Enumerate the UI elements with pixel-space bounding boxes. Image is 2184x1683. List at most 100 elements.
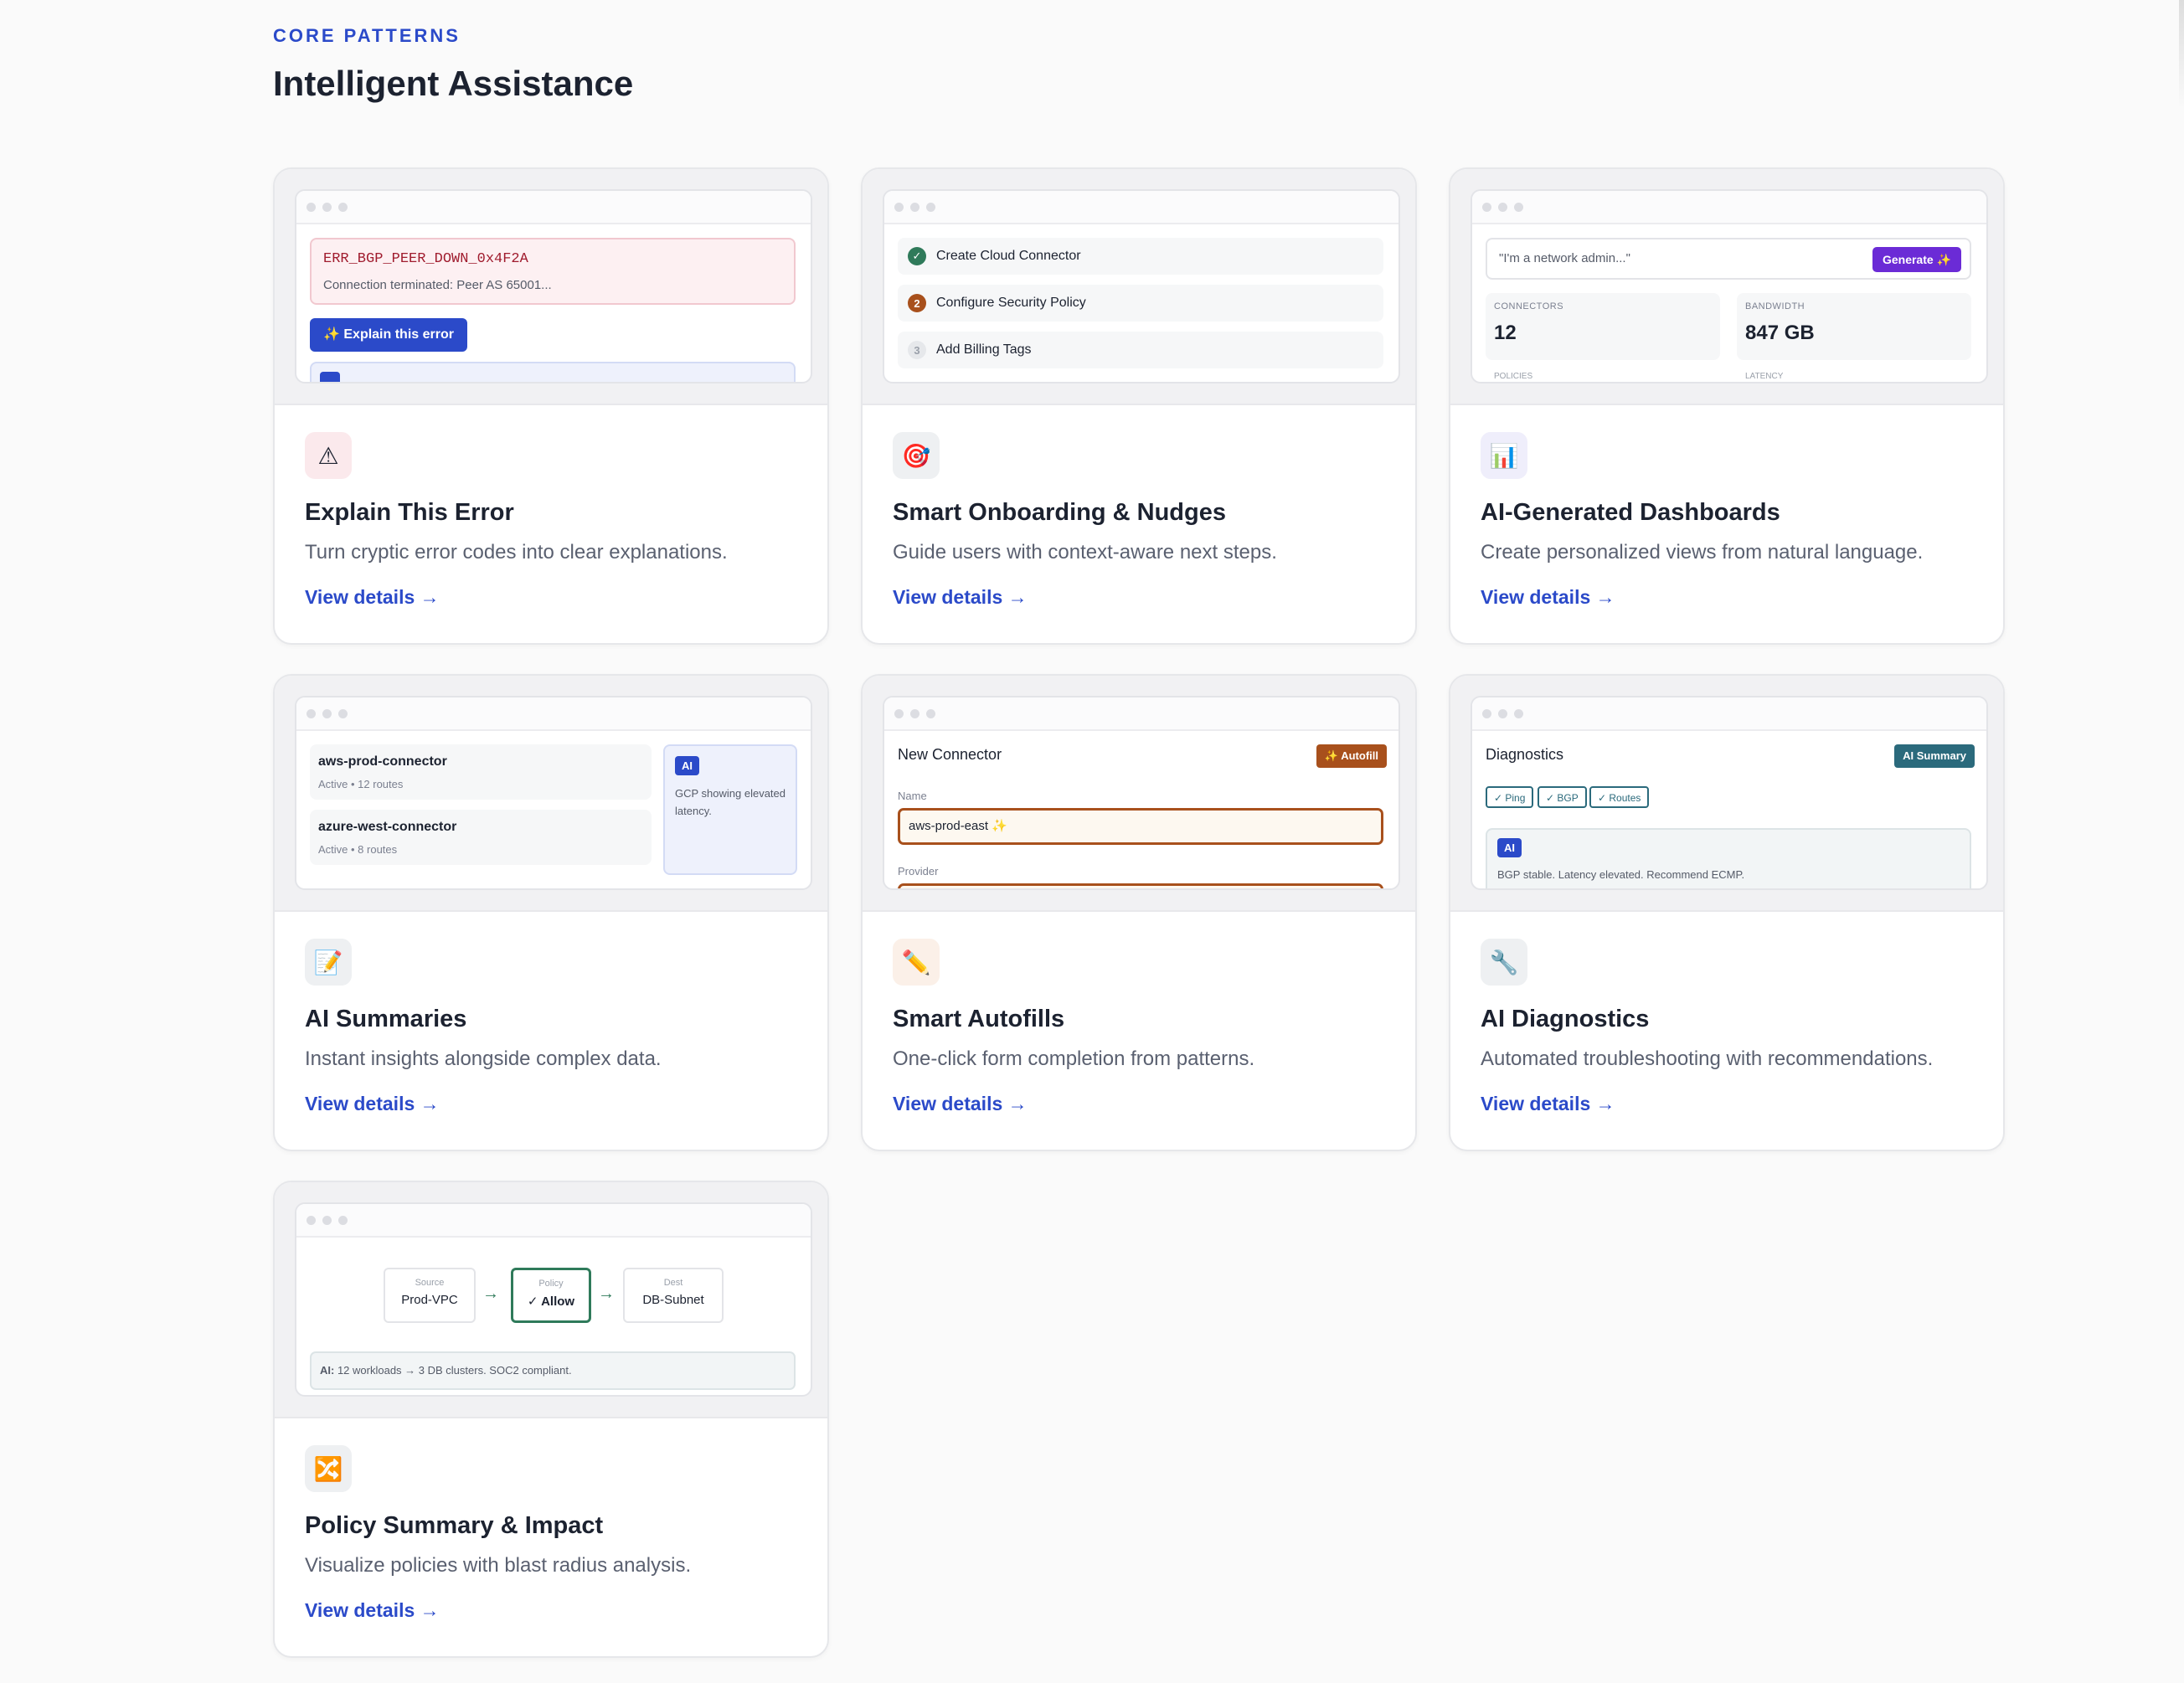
card-preview: New Connector ✨ Autofill Name aws-prod-e… [863, 676, 1415, 912]
ai-summary-panel: AI GCP showing elevated latency. [663, 744, 797, 875]
card-description: Instant insights alongside complex data. [305, 1047, 662, 1070]
connector-row[interactable]: azure-west-connector Active • 8 routes [310, 810, 652, 865]
diagnostics-title: Diagnostics [1486, 746, 1564, 763]
card-title: Explain This Error [305, 499, 514, 526]
arrow-right-icon: → [482, 1284, 499, 1303]
stat-label: BANDWIDTH [1745, 301, 1805, 311]
stat-value: 12 [1494, 322, 1517, 344]
view-details-link[interactable]: View details → [893, 586, 1028, 609]
explain-error-button[interactable]: ✨ Explain this error [310, 318, 467, 352]
card-explain-error[interactable]: ERR_BGP_PEER_DOWN_0x4F2A Connection term… [273, 167, 829, 645]
prompt-text: "I'm a network admin..." [1499, 251, 1630, 265]
ai-diagnosis-panel: AI BGP stable. Latency elevated. Recomme… [1486, 828, 1971, 888]
preview-window: ✓ Create Cloud Connector 2 Configure Sec… [883, 189, 1400, 383]
view-details-link[interactable]: View details → [305, 586, 440, 609]
card-title: AI Diagnostics [1481, 1006, 1650, 1032]
view-details-link[interactable]: View details → [893, 1093, 1028, 1115]
preview-window: New Connector ✨ Autofill Name aws-prod-e… [883, 696, 1400, 890]
card-title: AI-Generated Dashboards [1481, 499, 1780, 526]
card-title: Smart Onboarding & Nudges [893, 499, 1226, 526]
step-label: Configure Security Policy [936, 296, 1086, 310]
window-dot [926, 708, 935, 718]
card-ai-dashboards[interactable]: "I'm a network admin..." Generate ✨ CONN… [1449, 167, 2005, 645]
step-label: Add Billing Tags [936, 342, 1032, 357]
name-field[interactable]: aws-prod-east ✨ [898, 808, 1383, 845]
view-details-link[interactable]: View details → [1481, 586, 1615, 609]
card-preview: "I'm a network admin..." Generate ✨ CONN… [1450, 169, 2003, 405]
scrollbar[interactable] [2179, 0, 2184, 109]
preview-window: Diagnostics AI Summary ✓ Ping ✓ BGP ✓ Ro… [1471, 696, 1988, 890]
flow-node-source: Source Prod-VPC [384, 1268, 476, 1323]
card-ai-diagnostics[interactable]: Diagnostics AI Summary ✓ Ping ✓ BGP ✓ Ro… [1449, 674, 2005, 1151]
window-dot [306, 202, 316, 212]
ai-badge: AI [675, 756, 699, 775]
policy-ai-summary: AI: 12 workloads → 3 DB clusters. SOC2 c… [310, 1351, 796, 1390]
card-title: Policy Summary & Impact [305, 1512, 604, 1539]
window-dot [338, 708, 348, 718]
card-preview: Source Prod-VPC → Policy ✓ Allow → Dest … [275, 1182, 827, 1418]
window-dot [338, 1215, 348, 1225]
window-dot [322, 202, 332, 212]
window-dot [894, 708, 904, 718]
connector-name: aws-prod-connector [318, 754, 447, 769]
view-details-link[interactable]: View details → [305, 1599, 440, 1622]
card-ai-summaries[interactable]: aws-prod-connector Active • 12 routes az… [273, 674, 829, 1151]
view-details-link[interactable]: View details → [1481, 1093, 1615, 1115]
connector-meta: Active • 8 routes [318, 843, 398, 856]
card-preview: Diagnostics AI Summary ✓ Ping ✓ BGP ✓ Ro… [1450, 676, 2003, 912]
provider-field[interactable] [898, 883, 1383, 888]
stat-label: LATENCY [1745, 372, 1784, 381]
step-number: 3 [908, 341, 926, 359]
onboarding-step[interactable]: 3 Add Billing Tags [898, 332, 1383, 368]
view-details-link[interactable]: View details → [305, 1093, 440, 1115]
card-smart-autofills[interactable]: New Connector ✨ Autofill Name aws-prod-e… [861, 674, 1417, 1151]
preview-window: ERR_BGP_PEER_DOWN_0x4F2A Connection term… [295, 189, 812, 383]
card-description: One-click form completion from patterns. [893, 1047, 1255, 1070]
card-preview: aws-prod-connector Active • 12 routes az… [275, 676, 827, 912]
card-policy-summary[interactable]: Source Prod-VPC → Policy ✓ Allow → Dest … [273, 1181, 829, 1658]
check-chip: ✓ Ping [1486, 786, 1534, 808]
preview-window: Source Prod-VPC → Policy ✓ Allow → Dest … [295, 1202, 812, 1397]
node-value: DB-Subnet [642, 1293, 704, 1307]
connector-meta: Active • 12 routes [318, 778, 404, 790]
window-dot [1498, 708, 1507, 718]
node-value: Prod-VPC [401, 1293, 458, 1307]
onboarding-step[interactable]: ✓ Create Cloud Connector [898, 238, 1383, 275]
bar-chart-icon: 📊 [1481, 432, 1527, 479]
window-titlebar [296, 191, 811, 224]
ai-prefix: AI: [320, 1364, 335, 1377]
ai-badge: AI [1497, 838, 1522, 857]
section-eyebrow: CORE PATTERNS [273, 25, 461, 46]
onboarding-step[interactable]: 2 Configure Security Policy [898, 285, 1383, 322]
window-titlebar [1472, 697, 1986, 731]
card-smart-onboarding[interactable]: ✓ Create Cloud Connector 2 Configure Sec… [861, 167, 1417, 645]
policy-summary-text: AI: 12 workloads → 3 DB clusters. SOC2 c… [320, 1364, 572, 1377]
window-dot [306, 708, 316, 718]
shuffle-icon: 🔀 [305, 1445, 352, 1492]
window-dot [322, 1215, 332, 1225]
ai-summary-button[interactable]: AI Summary [1894, 744, 1975, 768]
field-label: Provider [898, 865, 939, 878]
arrow-right-icon: → [598, 1284, 615, 1303]
window-dot [910, 708, 919, 718]
step-number: 2 [908, 294, 926, 312]
stat-label: POLICIES [1494, 372, 1533, 381]
card-preview: ✓ Create Cloud Connector 2 Configure Sec… [863, 169, 1415, 405]
connector-row[interactable]: aws-prod-connector Active • 12 routes [310, 744, 652, 800]
generate-button[interactable]: Generate ✨ [1872, 247, 1961, 272]
card-description: Create personalized views from natural l… [1481, 541, 1924, 564]
stat-label: CONNECTORS [1494, 301, 1564, 311]
autofill-button[interactable]: ✨ Autofill [1316, 744, 1387, 768]
window-dot [306, 1215, 316, 1225]
window-titlebar [296, 697, 811, 731]
window-dot [1514, 202, 1523, 212]
prompt-input[interactable]: "I'm a network admin..." Generate ✨ [1486, 238, 1971, 280]
window-titlebar [884, 697, 1398, 731]
window-titlebar [1472, 191, 1986, 224]
pencil-icon: ✏️ [893, 939, 940, 986]
target-icon: 🎯 [893, 432, 940, 479]
window-dot [1482, 202, 1491, 212]
node-label: Policy [538, 1279, 564, 1289]
step-label: Create Cloud Connector [936, 249, 1081, 263]
window-titlebar [296, 1204, 811, 1238]
